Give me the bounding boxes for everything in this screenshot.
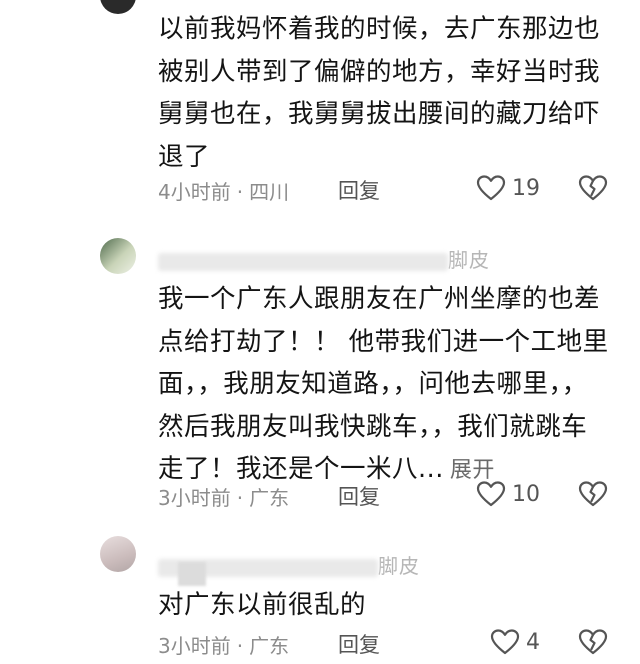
comment-item: 脚皮 我一个广东人跟朋友在广州坐摩的也差 点给打劫了！！ 他带我们进一个工地里 …	[0, 230, 640, 520]
comment-time: 4小时前	[158, 180, 231, 204]
like-count: 19	[512, 175, 540, 201]
like-button[interactable]: 4	[490, 628, 540, 656]
comment-line: 点给打劫了！！ 他带我们进一个工地里	[158, 326, 609, 357]
username-text: 脚皮	[448, 248, 490, 272]
avatar[interactable]	[100, 0, 136, 14]
comment-meta: 3小时前 · 广东	[158, 630, 289, 659]
comment-item: 以前我妈怀着我的时候，去广东那边也 被别人带到了偏僻的地方，幸好当时我 舅舅也在…	[0, 0, 640, 215]
dislike-button[interactable]	[578, 480, 608, 512]
comment-line: 舅舅也在，我舅舅拔出腰间的藏刀给吓	[158, 99, 601, 129]
reply-button[interactable]: 回复	[338, 175, 380, 205]
meta-separator: ·	[236, 180, 244, 204]
comment-time: 3小时前	[158, 486, 231, 510]
username-redaction	[178, 562, 206, 586]
comment-meta: 4小时前 · 四川	[158, 176, 289, 205]
dislike-button[interactable]	[578, 628, 608, 660]
username-blur	[158, 252, 448, 271]
comment-text: 以前我妈怀着我的时候，去广东那边也 被别人带到了偏僻的地方，幸好当时我 舅舅也在…	[158, 8, 628, 178]
comment-item: 脚皮 对广东以前很乱的 3小时前 · 广东 回复 4	[0, 530, 640, 664]
like-button[interactable]: 19	[476, 174, 540, 202]
comment-location: 广东	[249, 486, 290, 510]
comment-line: 退了	[158, 141, 211, 172]
avatar[interactable]	[100, 238, 136, 274]
comment-time: 3小时前	[158, 634, 231, 658]
comment-line: 被别人带到了偏僻的地方，幸好当时我	[158, 56, 601, 87]
comment-line: 我一个广东人跟朋友在广州坐摩的也差	[158, 284, 601, 314]
comment-text: 我一个广东人跟朋友在广州坐摩的也差 点给打劫了！！ 他带我们进一个工地里 面，，…	[158, 278, 628, 493]
broken-heart-outline-icon	[578, 481, 608, 512]
comment-text: 对广东以前很乱的	[158, 584, 628, 627]
like-button[interactable]: 10	[476, 480, 540, 508]
like-count: 4	[526, 629, 540, 655]
comment-location: 广东	[249, 634, 290, 658]
heart-outline-icon	[476, 174, 506, 202]
comment-line: 面，，我朋友知道路，，问他去哪里，，	[158, 369, 588, 399]
username-text: 脚皮	[378, 554, 420, 578]
avatar[interactable]	[100, 536, 136, 572]
like-count: 10	[512, 481, 540, 507]
comment-line: 以前我妈怀着我的时候，去广东那边也	[158, 14, 601, 44]
comment-meta: 3小时前 · 广东	[158, 482, 289, 511]
dislike-button[interactable]	[578, 174, 608, 206]
comment-line: 对广东以前很乱的	[158, 590, 367, 620]
comment-line: 然后我朋友叫我快跳车，，我们就跳车	[158, 411, 588, 442]
comment-line-text: 走了！我还是个一米八...	[158, 454, 444, 484]
heart-outline-icon	[490, 628, 520, 656]
comment-location: 四川	[249, 180, 290, 204]
reply-button[interactable]: 回复	[338, 629, 380, 659]
meta-separator: ·	[236, 634, 244, 658]
heart-outline-icon	[476, 480, 506, 508]
broken-heart-outline-icon	[578, 629, 608, 660]
comment-username[interactable]: 脚皮	[158, 244, 490, 273]
meta-separator: ·	[236, 486, 244, 510]
broken-heart-outline-icon	[578, 175, 608, 206]
reply-button[interactable]: 回复	[338, 481, 380, 511]
